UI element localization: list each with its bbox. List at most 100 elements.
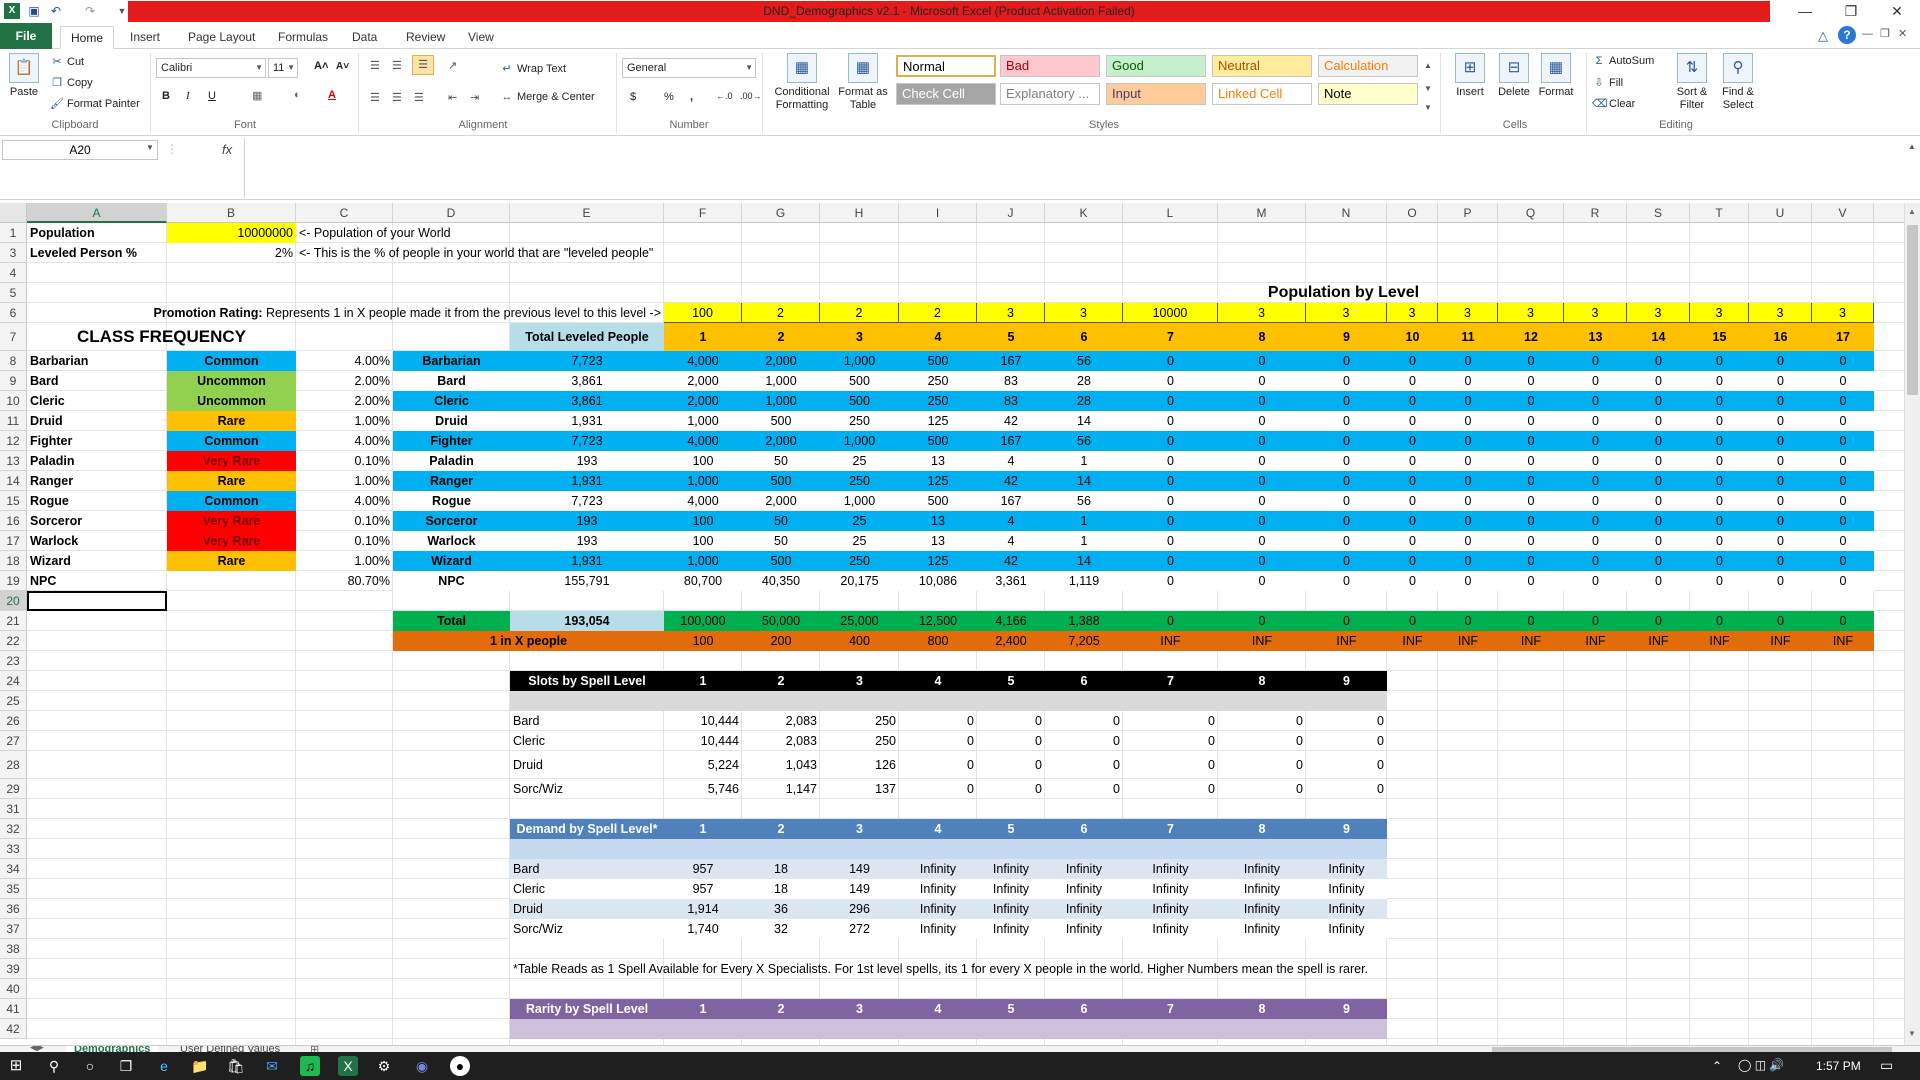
class-rarity[interactable]: Rare [167,551,296,571]
demand-value[interactable]: Infinity [1218,899,1306,919]
class-name[interactable]: NPC [27,571,167,591]
level-count[interactable]: 0 [1123,351,1218,371]
tab-insert[interactable]: Insert [120,26,170,49]
level-count[interactable]: 13 [899,511,977,531]
row-header-18[interactable]: 18 [0,551,27,571]
level-count[interactable]: 250 [820,471,899,491]
steam-icon[interactable]: ⚙ [374,1056,394,1076]
level-count[interactable]: 0 [1387,511,1438,531]
demand-value[interactable]: 957 [664,879,742,899]
slots-value[interactable]: 137 [820,779,899,799]
row-header-15[interactable]: 15 [0,491,27,511]
level-count[interactable]: 0 [1564,391,1627,411]
row-header-22[interactable]: 22 [0,631,27,651]
level-count[interactable]: 500 [742,471,820,491]
level-count[interactable]: 0 [1627,531,1690,551]
class-rarity[interactable]: Common [167,491,296,511]
level-count[interactable]: 3,361 [977,571,1045,591]
row-header-37[interactable]: 37 [0,919,27,939]
class-total[interactable]: 193 [510,531,664,551]
level-count[interactable]: 50 [742,451,820,471]
app-icon[interactable]: ● [450,1056,470,1076]
level-count[interactable]: 0 [1387,551,1438,571]
level-count[interactable]: 0 [1749,451,1812,471]
level-total[interactable]: 0 [1306,611,1387,631]
level-count[interactable]: 25 [820,451,899,471]
class-name[interactable]: Druid [27,411,167,431]
row-header-35[interactable]: 35 [0,879,27,899]
level-count[interactable]: 0 [1123,391,1218,411]
level-count[interactable]: 500 [742,411,820,431]
level-count[interactable]: 0 [1218,391,1306,411]
level-count[interactable]: 0 [1387,491,1438,511]
gallery-more-icon[interactable]: ▼ [1424,103,1432,112]
class-total[interactable]: 3,861 [510,371,664,391]
notifications-icon[interactable]: ▭ [1880,1057,1893,1074]
level-count[interactable]: 0 [1306,371,1387,391]
level-count[interactable]: 0 [1438,411,1498,431]
class-percent[interactable]: 2.00% [296,391,393,411]
level-count[interactable]: 1,000 [664,551,742,571]
level-count[interactable]: 0 [1387,371,1438,391]
level-count[interactable]: 0 [1218,431,1306,451]
class-percent[interactable]: 2.00% [296,371,393,391]
level-count[interactable]: 0 [1306,431,1387,451]
rarity-level-header[interactable]: 9 [1306,999,1387,1019]
level-count[interactable]: 0 [1438,431,1498,451]
store-icon[interactable]: 🛍 [226,1056,246,1076]
level-count[interactable]: 0 [1498,451,1564,471]
align-bottom-icon[interactable]: ☰ [412,55,434,75]
class-percent[interactable]: 0.10% [296,451,393,471]
demand-level-header[interactable]: 5 [977,819,1045,839]
level-count[interactable]: 0 [1564,531,1627,551]
level-count[interactable]: 25 [820,531,899,551]
gallery-scroll-down-icon[interactable]: ▼ [1424,84,1432,93]
level-count[interactable]: 0 [1123,531,1218,551]
demand-value[interactable]: 36 [742,899,820,919]
row-header-28[interactable]: 28 [0,751,27,779]
level-count[interactable]: 0 [1812,431,1874,451]
slots-value[interactable]: 0 [899,751,977,779]
class-percent[interactable]: 80.70% [296,571,393,591]
demand-value[interactable]: Infinity [977,879,1045,899]
slots-value[interactable]: 5,746 [664,779,742,799]
level-header[interactable]: 14 [1627,323,1690,351]
selected-cell-a20[interactable] [27,591,167,611]
slots-value[interactable]: 2,083 [742,711,820,731]
level-count[interactable]: 0 [1306,571,1387,591]
class-name-table[interactable]: Ranger [393,471,510,491]
one-in-x-value[interactable]: INF [1812,631,1874,651]
class-rarity[interactable]: Very Rare [167,451,296,471]
level-total[interactable]: 0 [1218,611,1306,631]
level-count[interactable]: 0 [1627,511,1690,531]
promotion-value[interactable]: 3 [1045,303,1123,323]
level-count[interactable]: 0 [1564,431,1627,451]
slots-value[interactable]: 0 [1306,779,1387,799]
chevron-down-icon[interactable]: ▼ [146,143,154,152]
level-count[interactable]: 4 [977,511,1045,531]
level-count[interactable]: 0 [1690,551,1749,571]
population-note[interactable]: <- Population of your World [296,223,664,243]
underline-icon[interactable]: U [208,90,216,102]
tab-formulas[interactable]: Formulas [268,26,338,49]
level-count[interactable]: 250 [820,551,899,571]
promotion-value[interactable]: 3 [1812,303,1874,323]
slots-value[interactable]: 1,147 [742,779,820,799]
increase-indent-icon[interactable]: ⇥ [470,91,479,104]
row-header-14[interactable]: 14 [0,471,27,491]
level-header[interactable]: 6 [1045,323,1123,351]
clock[interactable]: 1:57 PM [1816,1059,1861,1073]
level-header[interactable]: 8 [1218,323,1306,351]
level-count[interactable]: 0 [1306,511,1387,531]
level-count[interactable]: 0 [1218,491,1306,511]
level-count[interactable]: 0 [1627,551,1690,571]
demand-value[interactable]: 32 [742,919,820,939]
level-count[interactable]: 0 [1627,571,1690,591]
column-header-b[interactable]: B [167,203,296,223]
one-in-x-value[interactable]: INF [1387,631,1438,651]
level-count[interactable]: 0 [1438,391,1498,411]
level-total[interactable]: 0 [1438,611,1498,631]
level-count[interactable]: 0 [1498,391,1564,411]
leveled-value[interactable]: 2% [167,243,296,263]
promotion-value[interactable]: 3 [1498,303,1564,323]
